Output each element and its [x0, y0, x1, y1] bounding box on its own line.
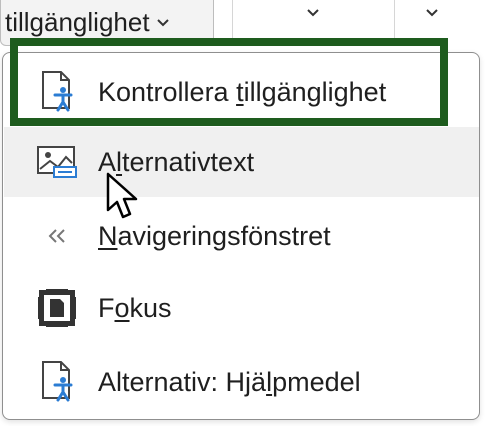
screen: tillgänglighet Kontrollera tillgänglighe… [0, 0, 486, 426]
menu-item-label: Alternativ: Hjälpmedel [98, 366, 361, 397]
ribbon-separator [232, 0, 233, 38]
chevron-down-icon[interactable] [306, 6, 320, 20]
ribbon: tillgänglighet [0, 0, 486, 46]
menu-item-label: Navigeringsfönstret [98, 220, 331, 251]
accessibility-dropdown-button[interactable]: tillgänglighet [0, 0, 214, 46]
accessibility-menu: Kontrollera tillgänglighet Alternativtex… [2, 52, 480, 420]
accessibility-check-icon [34, 69, 80, 115]
focus-icon [34, 285, 80, 331]
navigation-pane-icon [34, 213, 80, 259]
menu-item-label: Fokus [98, 292, 172, 323]
menu-item-label: Kontrollera tillgänglighet [98, 76, 387, 107]
ribbon-separator [394, 0, 395, 38]
menu-item-check-accessibility[interactable]: Kontrollera tillgänglighet [4, 57, 479, 127]
menu-item-alt-text[interactable]: Alternativtext [4, 127, 479, 197]
mouse-cursor-icon [106, 172, 138, 219]
accessibility-options-icon [34, 359, 80, 405]
menu-item-focus[interactable]: Fokus [4, 273, 479, 343]
alt-text-icon [34, 139, 80, 185]
menu-item-accessibility-options[interactable]: Alternativ: Hjälpmedel [4, 347, 479, 417]
accessibility-button-label: tillgänglighet [5, 7, 150, 37]
menu-item-navigation-pane[interactable]: Navigeringsfönstret [4, 201, 479, 271]
chevron-down-icon[interactable] [425, 6, 439, 20]
chevron-down-icon [156, 18, 169, 26]
